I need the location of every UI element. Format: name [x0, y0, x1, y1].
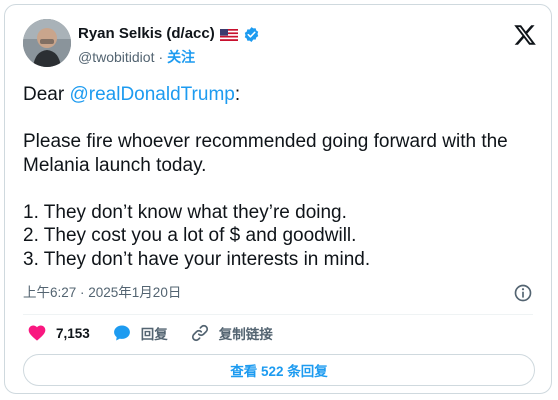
- like-count: 7,153: [56, 325, 90, 341]
- info-icon[interactable]: [513, 283, 533, 303]
- tweet-greeting-line: Dear @realDonaldTrump:: [23, 83, 543, 107]
- copy-link-label: 复制链接: [218, 327, 273, 342]
- tweet-card: Ryan Selkis (d/acc) @twobitidiot · 关注 De…: [4, 4, 552, 394]
- reply-button[interactable]: 回复: [112, 323, 168, 343]
- tweet-text: Dear @realDonaldTrump: Please fire whoev…: [23, 83, 543, 271]
- tweet-paragraph: Please fire whoever recommended going fo…: [23, 131, 508, 176]
- speech-bubble-icon: [113, 325, 130, 341]
- author-handle[interactable]: @twobitidiot: [78, 48, 154, 66]
- divider: [23, 314, 533, 315]
- greeting-text: Dear: [23, 84, 70, 105]
- copy-link-button[interactable]: 复制链接: [190, 323, 273, 343]
- like-button[interactable]: 7,153: [27, 323, 90, 343]
- follow-link[interactable]: 关注: [167, 48, 195, 66]
- reply-label: 回复: [140, 327, 168, 342]
- x-logo-icon[interactable]: [513, 23, 537, 47]
- heart-icon: [28, 325, 46, 341]
- tweet-list-item: 2. They cost you a lot of $ and goodwill…: [23, 225, 357, 246]
- author-name-row: Ryan Selkis (d/acc): [78, 25, 260, 43]
- tweet-list-item: 3. They don’t have your interests in min…: [23, 248, 371, 270]
- verified-badge-icon: [243, 26, 260, 43]
- colon-text: :: [234, 84, 241, 105]
- author-handle-row: @twobitidiot · 关注: [78, 48, 195, 66]
- action-bar: 7,153 回复 复制链接: [27, 323, 295, 343]
- view-replies-button[interactable]: 查看 522 条回复: [23, 354, 535, 386]
- tweet-list-item: 1. They don’t know what they’re doing.: [23, 201, 347, 223]
- separator-dot: ·: [158, 49, 164, 65]
- tweet-timestamp[interactable]: 上午6:27 · 2025年1月20日: [23, 285, 181, 301]
- avatar[interactable]: [23, 19, 71, 67]
- mention-link[interactable]: @realDonaldTrump: [69, 84, 234, 105]
- author-name[interactable]: Ryan Selkis (d/acc): [78, 25, 215, 43]
- us-flag-icon: [219, 28, 238, 41]
- link-icon: [191, 324, 208, 342]
